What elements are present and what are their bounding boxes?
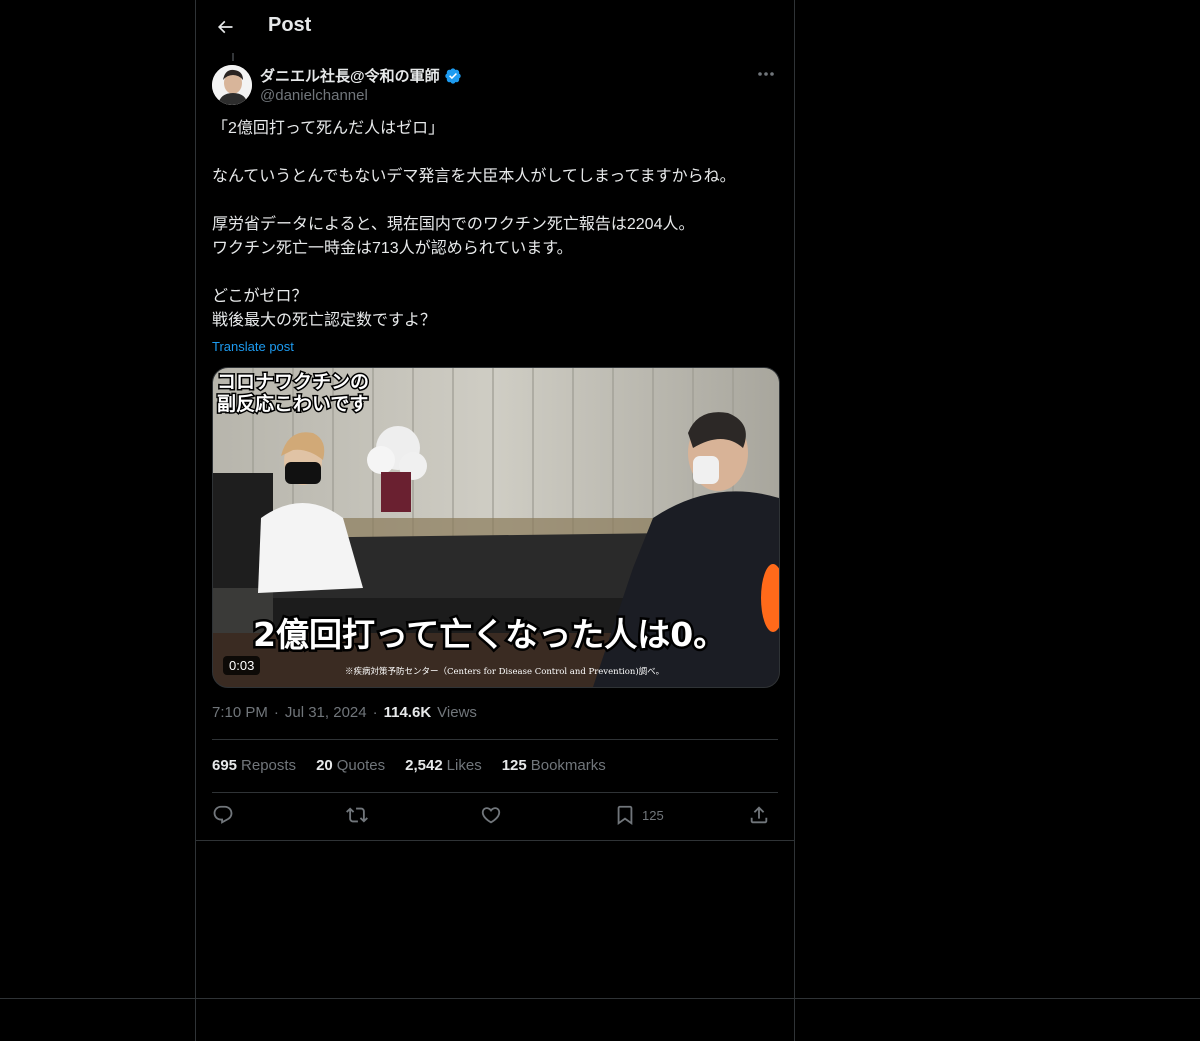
bookmarks-stat[interactable]: 125 Bookmarks <box>502 757 606 774</box>
stat-label: Bookmarks <box>530 757 606 774</box>
post-line: ワクチン死亡一時金は713人が認められています。 <box>212 240 573 257</box>
share-button[interactable] <box>748 804 770 826</box>
repost-icon <box>346 807 368 823</box>
post-line <box>212 141 778 165</box>
page-title: Post <box>268 14 312 36</box>
bookmark-button[interactable]: 125 <box>614 804 664 826</box>
bookmark-count: 125 <box>642 807 664 823</box>
post-time[interactable]: 7:10 PM <box>212 704 268 721</box>
action-bar: 125 <box>212 800 778 834</box>
author-name-row[interactable]: ダニエル社長@令和の軍師 <box>260 65 462 86</box>
meta-separator: · <box>372 704 378 721</box>
video-footnote: ※疾病対策予防センター（Centers for Disease Control … <box>345 666 664 677</box>
post-line: 厚労省データによると、現在国内でのワクチン死亡報告は2204人。 <box>212 216 695 233</box>
stat-count: 20 <box>316 757 333 774</box>
stat-label: Quotes <box>336 757 386 774</box>
post-text: 「2億回打って死んだ人はゼロ」 なんていうとんでもないデマ発言を大臣本人がしてし… <box>212 117 778 333</box>
post-date[interactable]: Jul 31, 2024 <box>285 704 367 721</box>
stat-label: Likes <box>446 757 482 774</box>
translate-post-link[interactable]: Translate post <box>212 339 294 354</box>
footer-divider <box>0 998 1200 999</box>
divider <box>212 792 778 793</box>
author-handle[interactable]: @danielchannel <box>260 87 368 104</box>
verified-badge-icon <box>444 67 461 84</box>
engagement-stats: 695 Reposts 20 Quotes 2,542 Likes 125 Bookma… <box>212 757 606 774</box>
reply-icon <box>213 805 233 824</box>
stat-label: Reposts <box>241 757 297 774</box>
video-player[interactable]: コロナワクチンの 副反応こわいです 2億回打って亡くなった人は0。 ※疾病対策予… <box>212 367 780 688</box>
video-caption-top: コロナワクチンの <box>217 371 369 393</box>
post-column: Post ダニエル社長@令和の軍師 @danielchannel 「2億回打って… <box>195 0 795 1041</box>
share-icon <box>750 806 768 824</box>
heart-icon <box>481 807 501 824</box>
more-options-button[interactable] <box>754 64 778 84</box>
author-name[interactable]: ダニエル社長@令和の軍師 <box>260 65 440 86</box>
video-subtitle: 2億回打って亡くなった人は0。 <box>253 615 726 654</box>
avatar[interactable] <box>212 65 252 105</box>
like-button[interactable] <box>480 804 502 826</box>
stat-count: 695 <box>212 757 238 774</box>
arrow-left-icon <box>217 20 233 34</box>
post-line: 戦後最大の死亡認定数ですよ？ <box>212 312 437 329</box>
thread-connector <box>232 53 234 61</box>
post-line: なんていうとんでもないデマ発言を大臣本人がしてしまってますからね。 <box>212 168 736 185</box>
reposts-stat[interactable]: 695 Reposts <box>212 757 296 774</box>
views-label: Views <box>437 704 477 721</box>
bookmark-icon <box>617 805 633 826</box>
post-line <box>212 189 778 213</box>
post-header: Post <box>196 0 794 53</box>
post-line: どこがゼロ？ <box>212 288 308 305</box>
avatar-photo-icon <box>212 65 252 105</box>
reply-button[interactable] <box>212 804 234 826</box>
quotes-stat[interactable]: 20 Quotes <box>316 757 385 774</box>
divider <box>196 840 794 841</box>
meta-separator: · <box>273 704 279 721</box>
more-horizontal-icon <box>758 72 774 76</box>
post-line <box>212 261 778 285</box>
repost-button[interactable] <box>346 804 368 826</box>
post-line: 「2億回打って死んだ人はゼロ」 <box>212 120 445 137</box>
stat-count: 2,542 <box>405 757 443 774</box>
divider <box>212 739 778 740</box>
likes-stat[interactable]: 2,542 Likes <box>405 757 482 774</box>
back-button[interactable] <box>212 14 238 40</box>
video-caption-top: 副反応こわいです <box>217 392 368 415</box>
post-meta: 7:10 PM · Jul 31, 2024 · 114.6K Views <box>212 704 477 721</box>
video-frame: コロナワクチンの 副反応こわいです 2億回打って亡くなった人は0。 ※疾病対策予… <box>213 368 779 687</box>
stat-count: 125 <box>501 757 527 774</box>
video-duration: 0:03 <box>223 656 261 675</box>
views-count: 114.6K <box>383 704 432 721</box>
